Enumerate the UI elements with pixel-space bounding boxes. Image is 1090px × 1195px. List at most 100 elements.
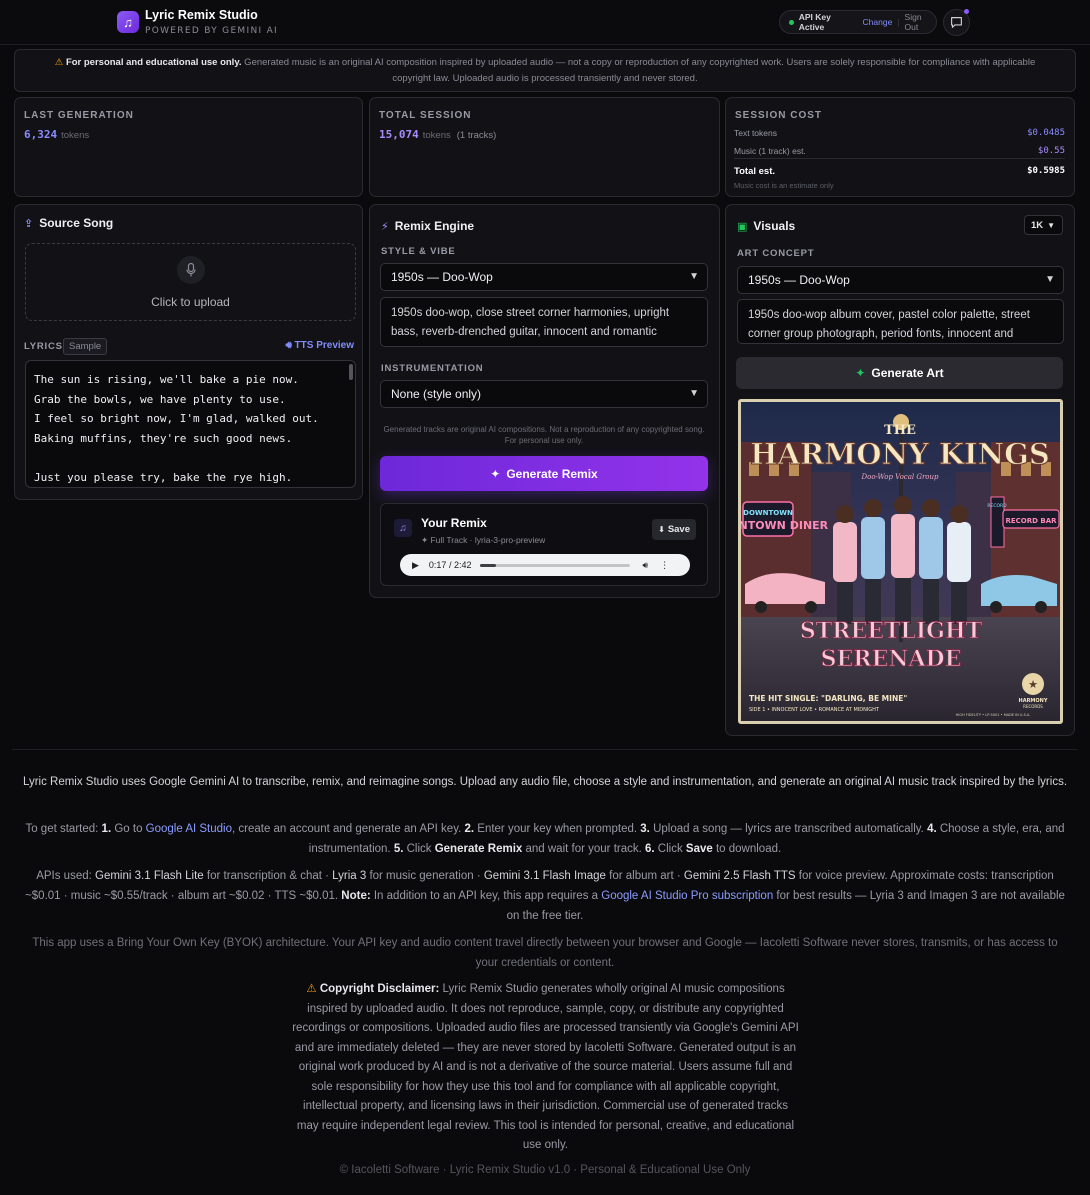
chevron-down-icon: ▼ — [1045, 274, 1055, 285]
footer-apis: APIs used: Gemini 3.1 Flash Lite for tra… — [20, 866, 1070, 926]
usage-banner: ⚠ For personal and educational use only.… — [14, 49, 1076, 92]
style-select[interactable]: 1950s — Doo-Wop ▼ — [380, 263, 708, 291]
ai-studio-pro-link[interactable]: Google AI Studio Pro subscription — [601, 890, 773, 902]
disclaimer-title: Copyright Disclaimer: — [319, 983, 440, 995]
button-label: Save — [667, 524, 690, 535]
style-description-field[interactable]: 1950s doo-wop, close street corner harmo… — [380, 297, 708, 347]
note-bold: Note: — [341, 890, 371, 902]
scrollbar[interactable] — [349, 364, 353, 380]
change-key-link[interactable]: Change — [863, 17, 893, 27]
chevron-down-icon: ▼ — [689, 388, 699, 399]
step-text: Click — [654, 843, 686, 855]
album-art-image: DOWNTOWN DOWNTOWN DINER RECORD RECORD BA… — [738, 399, 1063, 724]
card-title: ⇪ Source Song — [24, 216, 113, 230]
chat-bubble-icon — [951, 17, 962, 28]
volume-icon[interactable]: 🔊︎ — [642, 560, 648, 571]
band-name: HARMONY KINGS — [750, 437, 1050, 471]
step-number: 3. — [640, 823, 650, 835]
copyright-disclaimer: ⚠ Copyright Disclaimer: Lyric Remix Stud… — [291, 980, 800, 1156]
upload-dropzone[interactable]: Click to upload — [25, 243, 356, 321]
album-title-line2: SERENADE — [821, 646, 962, 672]
image-size-select[interactable]: 1K ▼ — [1024, 215, 1063, 235]
generate-art-button[interactable]: ✦ Generate Art — [736, 357, 1063, 389]
api-status-text: API Key Active — [798, 12, 831, 32]
tts-preview-button[interactable]: 🔊︎ TTS Preview — [285, 340, 354, 351]
star-icon: ★ — [1028, 678, 1038, 691]
stat-unit: tokens — [422, 130, 451, 141]
step-number: 2. — [464, 823, 475, 835]
sparkle-icon: ✦ — [490, 466, 501, 481]
lyrics-textarea[interactable]: The sun is rising, we'll bake a pie now.… — [25, 360, 356, 488]
app-subtitle: POWERED BY GEMINI AI — [145, 26, 279, 36]
lyric-line: The sun is rising, we'll bake a pie now. — [34, 373, 299, 386]
step-text: and wait for your track. — [522, 843, 646, 855]
google-ai-studio-link[interactable]: Google AI Studio — [146, 823, 232, 835]
seek-bar[interactable] — [480, 563, 631, 567]
divider — [734, 158, 1065, 159]
step-bold: Save — [685, 843, 713, 855]
cost-note: Music cost is an estimate only — [734, 181, 834, 190]
play-icon[interactable]: ▶ — [412, 560, 419, 571]
music-cost-row: Music (1 track) est. $0.55 — [734, 146, 1065, 156]
art-description-field[interactable]: 1950s doo-wop album cover, pastel color … — [737, 299, 1064, 344]
api-name: Gemini 3.1 Flash Lite — [95, 870, 204, 882]
status-dot-icon — [789, 19, 794, 25]
step-text: Enter your key when prompted. — [474, 823, 641, 835]
steps-lead: To get started: — [25, 823, 102, 835]
select-value: 1950s — Doo-Wop — [391, 270, 493, 284]
token-count: 15,074 — [379, 128, 419, 141]
card-title-text: Source Song — [39, 216, 114, 230]
lyric-line: Baking muffins, they're such good news. — [34, 431, 293, 445]
download-icon: ⬇︎ — [658, 525, 665, 534]
instrumentation-label: INSTRUMENTATION — [381, 363, 484, 374]
step-text: Click — [403, 843, 435, 855]
remix-engine-card: ⚡︎ Remix Engine STYLE & VIBE 1950s — Doo-… — [369, 204, 720, 598]
button-label: Generate Art — [871, 366, 944, 380]
record-sign: RECORD — [987, 503, 1007, 509]
stat-value: 6,324 tokens — [24, 128, 89, 141]
magic-wand-icon: ⚡︎ — [381, 220, 389, 233]
save-button[interactable]: ⬇︎ Save — [652, 519, 696, 540]
remix-model: ✦ Full Track · lyria-3-pro-preview — [421, 535, 546, 545]
select-value: 1950s — Doo-Wop — [748, 273, 850, 287]
api-key-status: API Key Active Change | Sign Out — [779, 10, 937, 34]
style-label: STYLE & VIBE — [381, 246, 456, 257]
diner-sign: DOWNTOWN DINER — [741, 519, 829, 532]
step-text: Go to — [111, 823, 146, 835]
notification-dot — [964, 9, 969, 14]
last-generation-card: LAST GENERATION 6,324 tokens — [14, 97, 363, 197]
lyric-line: I feel so bright now, I'm glad, walked o… — [34, 412, 319, 425]
button-label: Generate Remix — [506, 466, 598, 481]
card-title-text: Visuals — [753, 219, 796, 233]
cost-label: Text tokens — [734, 128, 777, 138]
intro-text: Lyric Remix Studio uses Google Gemini AI… — [22, 776, 1068, 788]
sample-button[interactable]: Sample — [63, 338, 108, 355]
app-header: ♫ Lyric Remix Studio POWERED BY GEMINI A… — [0, 0, 1090, 45]
hit-single: THE HIT SINGLE: "DARLING, BE MINE" — [749, 694, 907, 703]
stat-value: 15,074 tokens (1 tracks) — [379, 128, 496, 141]
step-text: to download. — [712, 843, 782, 855]
total-session-card: TOTAL SESSION 15,074 tokens (1 tracks) — [369, 97, 720, 197]
stat-unit: tokens — [61, 130, 90, 141]
player-time: 0:17 / 2:42 — [428, 560, 472, 570]
chevron-down-icon: ▼ — [1047, 220, 1056, 230]
step-text: Upload a song — lyrics are transcribed a… — [649, 823, 928, 835]
generate-remix-button[interactable]: ✦ Generate Remix — [380, 456, 708, 491]
track-count: (1 tracks) — [456, 130, 497, 141]
stat-label: SESSION COST — [735, 110, 823, 121]
more-options-icon[interactable]: ⋮ — [660, 560, 669, 571]
cost-value: $0.55 — [1037, 146, 1065, 156]
stat-label: LAST GENERATION — [24, 110, 134, 121]
art-concept-select[interactable]: 1950s — Doo-Wop ▼ — [737, 266, 1064, 294]
lyric-line: Grab the bowls, we have plenty to use. — [34, 392, 286, 406]
sign-out-link[interactable]: Sign Out — [905, 12, 936, 32]
note-text: In addition to an API key, this app requ… — [370, 890, 602, 902]
instrumentation-select[interactable]: None (style only) ▼ — [380, 380, 708, 408]
step-text: , create an account and generate an API … — [231, 823, 465, 835]
separator: | — [897, 17, 900, 27]
lyrics-label: LYRICS — [24, 341, 63, 352]
record-bar-sign: RECORD BAR — [1005, 517, 1057, 525]
upload-label: Click to upload — [151, 295, 230, 309]
album-fine-print: HIGH FIDELITY • LP-5001 • MADE IN U.S.A. — [956, 713, 1031, 717]
footer-byok: This app uses a Bring Your Own Key (BYOK… — [32, 937, 1058, 969]
